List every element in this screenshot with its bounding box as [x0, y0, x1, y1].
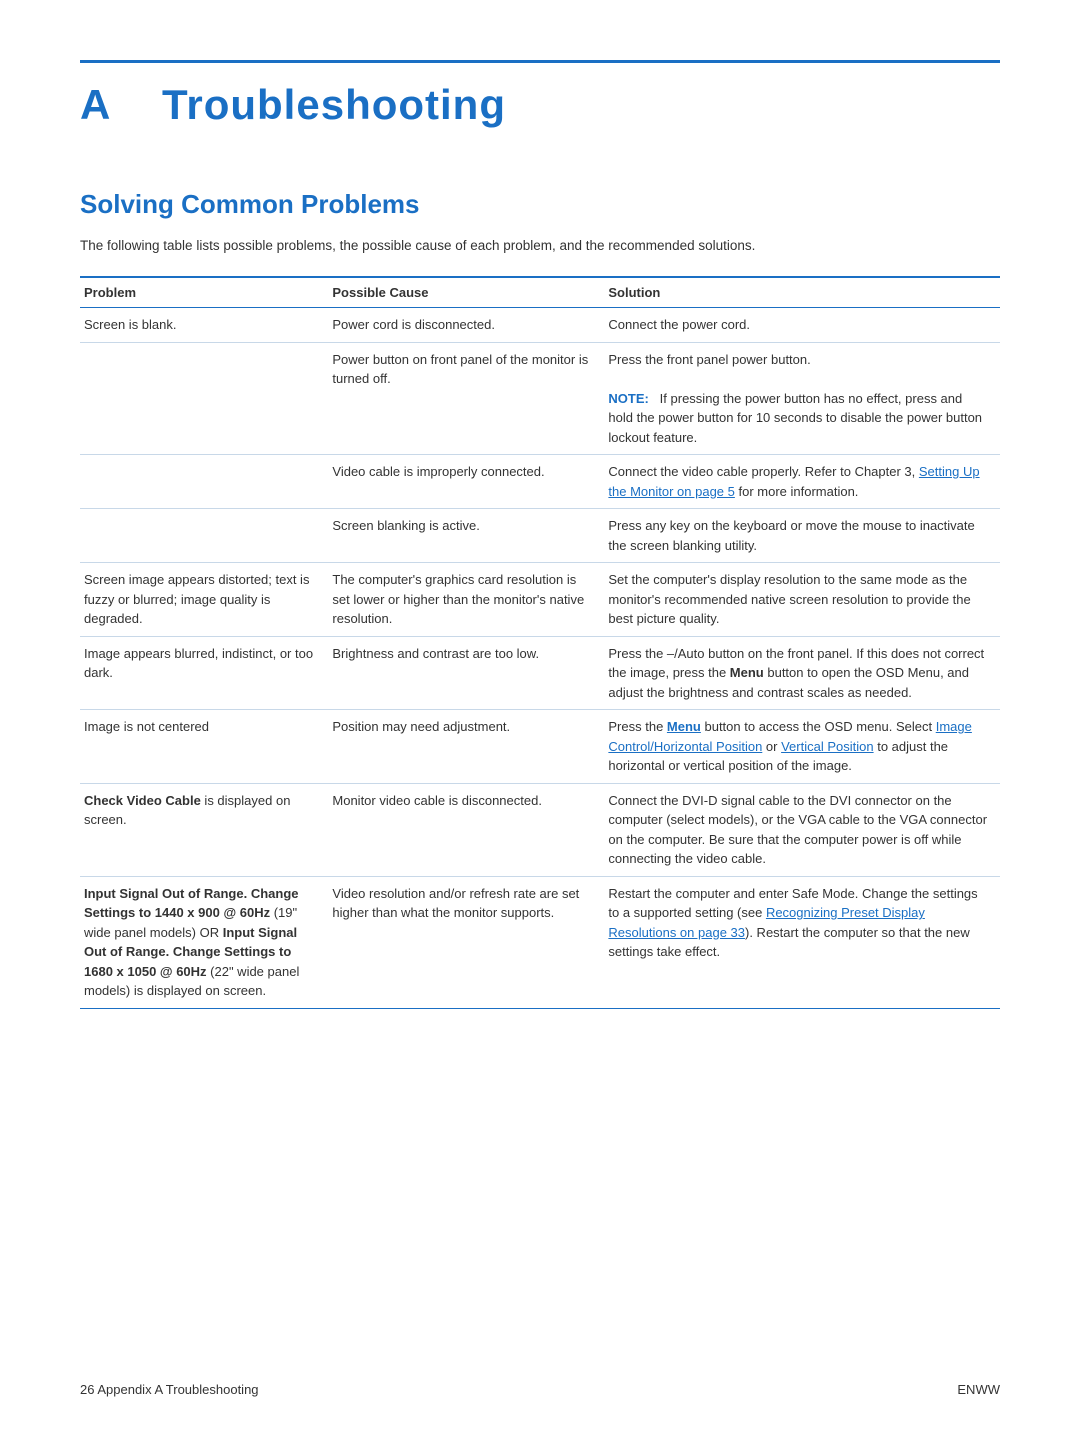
chapter-letter: A — [80, 81, 111, 128]
solution-cell: Restart the computer and enter Safe Mode… — [604, 876, 1000, 1008]
solution-cell: Set the computer's display resolution to… — [604, 563, 1000, 637]
problem-cell: Screen image appears distorted; text is … — [80, 563, 328, 637]
input-signal-bold: Input Signal Out of Range. Change Settin… — [84, 886, 299, 921]
cause-cell: The computer's graphics card resolution … — [328, 563, 604, 637]
problem-cell: Input Signal Out of Range. Change Settin… — [80, 876, 328, 1008]
cause-cell: Power cord is disconnected. — [328, 308, 604, 343]
menu-bold: Menu — [730, 665, 764, 680]
table-row: Screen is blank. Power cord is disconnec… — [80, 308, 1000, 343]
table-row: Video cable is improperly connected. Con… — [80, 455, 1000, 509]
header-solution: Solution — [604, 277, 1000, 308]
header-cause: Possible Cause — [328, 277, 604, 308]
cause-cell: Monitor video cable is disconnected. — [328, 783, 604, 876]
check-video-bold: Check Video Cable — [84, 793, 201, 808]
intro-text: The following table lists possible probl… — [80, 236, 1000, 256]
solution-cell: Press the –/Auto button on the front pan… — [604, 636, 1000, 710]
section: Solving Common Problems The following ta… — [80, 189, 1000, 1009]
problems-table: Problem Possible Cause Solution Screen i… — [80, 276, 1000, 1009]
table-row: Screen blanking is active. Press any key… — [80, 509, 1000, 563]
problem-cell — [80, 455, 328, 509]
page: A Troubleshooting Solving Common Problem… — [0, 0, 1080, 1437]
cause-cell: Position may need adjustment. — [328, 710, 604, 784]
preset-display-link[interactable]: Recognizing Preset Display Resolutions o… — [608, 905, 925, 940]
cause-cell: Power button on front panel of the monit… — [328, 342, 604, 455]
problem-cell — [80, 509, 328, 563]
solution-cell: Connect the video cable properly. Refer … — [604, 455, 1000, 509]
footer-right: ENWW — [957, 1382, 1000, 1397]
header-problem: Problem — [80, 277, 328, 308]
cause-cell: Screen blanking is active. — [328, 509, 604, 563]
table-header-row: Problem Possible Cause Solution — [80, 277, 1000, 308]
chapter-header: A Troubleshooting — [80, 60, 1000, 129]
solution-cell: Press the front panel power button. NOTE… — [604, 342, 1000, 455]
chapter-title: A Troubleshooting — [80, 81, 506, 128]
solution-cell: Connect the power cord. — [604, 308, 1000, 343]
cause-cell: Video cable is improperly connected. — [328, 455, 604, 509]
problem-cell: Image appears blurred, indistinct, or to… — [80, 636, 328, 710]
problem-cell: Check Video Cable is displayed on screen… — [80, 783, 328, 876]
table-row: Check Video Cable is displayed on screen… — [80, 783, 1000, 876]
cause-cell: Brightness and contrast are too low. — [328, 636, 604, 710]
cause-cell: Video resolution and/or refresh rate are… — [328, 876, 604, 1008]
chapter-name: Troubleshooting — [162, 81, 506, 128]
footer: 26 Appendix A Troubleshooting ENWW — [80, 1382, 1000, 1397]
section-title: Solving Common Problems — [80, 189, 1000, 220]
problem-cell: Screen is blank. — [80, 308, 328, 343]
table-row: Image appears blurred, indistinct, or to… — [80, 636, 1000, 710]
solution-cell: Connect the DVI-D signal cable to the DV… — [604, 783, 1000, 876]
problem-cell — [80, 342, 328, 455]
note-label: NOTE: — [608, 391, 648, 406]
problem-cell: Image is not centered — [80, 710, 328, 784]
menu-link[interactable]: Menu — [667, 719, 701, 734]
table-row: Screen image appears distorted; text is … — [80, 563, 1000, 637]
solution-cell: Press the Menu button to access the OSD … — [604, 710, 1000, 784]
table-row: Power button on front panel of the monit… — [80, 342, 1000, 455]
table-row: Input Signal Out of Range. Change Settin… — [80, 876, 1000, 1008]
solution-cell: Press any key on the keyboard or move th… — [604, 509, 1000, 563]
setting-monitor-link[interactable]: Setting Up the Monitor on page 5 — [608, 464, 979, 499]
footer-left: 26 Appendix A Troubleshooting — [80, 1382, 259, 1397]
input-signal-bold2: Input Signal Out of Range. Change Settin… — [84, 925, 297, 979]
table-row: Image is not centered Position may need … — [80, 710, 1000, 784]
vertical-position-link[interactable]: Vertical Position — [781, 739, 874, 754]
